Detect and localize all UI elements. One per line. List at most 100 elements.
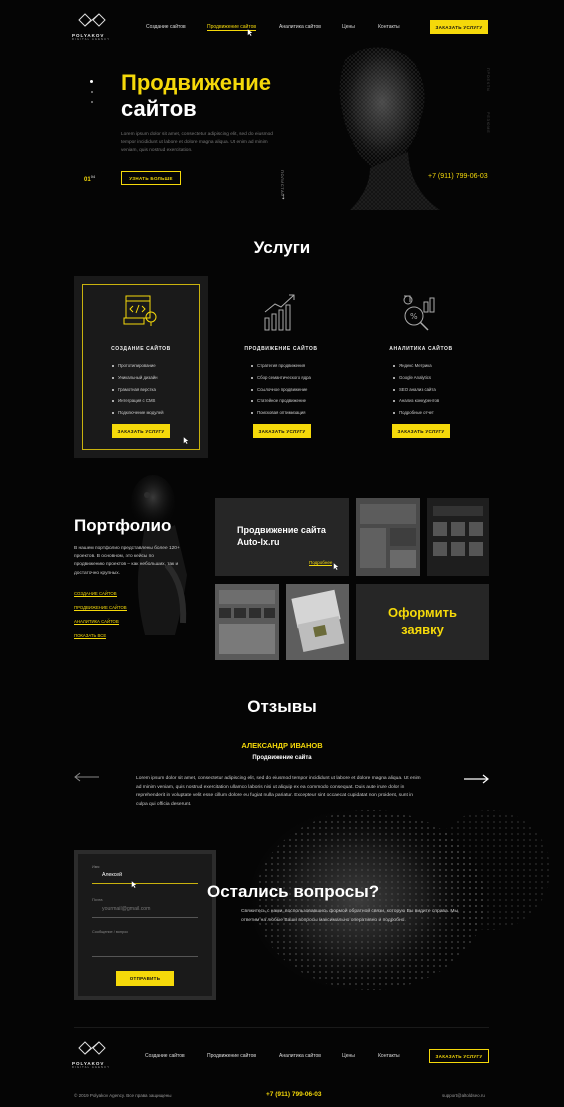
nav-item-creation[interactable]: Создание сайтов [146, 24, 186, 30]
list-item: Стратегия продвижения [251, 363, 311, 375]
growth-chart-icon [264, 294, 295, 331]
message-field-label: Сообщение / вопрос [92, 930, 129, 934]
review-author: АЛЕКСАНДР ИВАНОВ [241, 741, 323, 750]
list-item: Прототипирование [112, 363, 164, 375]
service-icon-growth [262, 292, 298, 332]
review-prev-arrow-icon[interactable] [74, 769, 100, 782]
footer-brand-tagline: DIGITAL AGENCY [72, 1066, 111, 1069]
featured-title-line2: Auto-lx.ru [237, 537, 280, 547]
analytics-icon: % [403, 295, 435, 331]
footer-phone[interactable]: +7 (911) 799-06-03 [266, 1091, 321, 1098]
list-item: SEO анализ сайта [393, 387, 439, 399]
footer-nav-item-creation[interactable]: Создание сайтов [145, 1053, 185, 1059]
nav-item-analytics[interactable]: Аналитика сайтов [279, 24, 321, 30]
portfolio-featured-tile[interactable]: Продвижение сайта Auto-lx.ru Подробнее [215, 498, 349, 576]
footer-logo[interactable]: POLYAKOV DIGITAL AGENCY [72, 1040, 112, 1069]
slide-total: 04 [90, 174, 96, 179]
learn-more-button[interactable]: УЗНАТЬ БОЛЬШЕ [121, 171, 181, 185]
side-label-projects[interactable]: ПРОЕКТЫ [486, 68, 490, 92]
list-item: Статейное продвижение [251, 398, 311, 410]
service-list-creation: Прототипирование Уникальный дизайн Грамо… [112, 363, 164, 422]
portfolio-order-tile[interactable]: Оформить заявку [356, 584, 489, 660]
slide-current: 01 [84, 177, 91, 183]
service-title-analytics: АНАЛИТИКА САЙТОВ [389, 346, 453, 352]
footer-order-button[interactable]: ЗАКАЗАТЬ УСЛУГУ [429, 1049, 489, 1063]
portfolio-thumb[interactable] [286, 584, 349, 660]
name-field-label: Имя [92, 865, 100, 869]
portfolio-link-creation[interactable]: СОЗДАНИЕ САЙТОВ [74, 591, 117, 597]
email-field[interactable]: yourmail@gmail.com [102, 906, 151, 912]
order-button-promotion[interactable]: ЗАКАЗАТЬ УСЛУГУ [253, 424, 311, 438]
list-item: Яндекс Метрика [393, 363, 439, 375]
order-cta-line2: заявку [401, 622, 444, 637]
name-field[interactable]: Алексей [102, 872, 122, 878]
submit-button[interactable]: ОТПРАВИТЬ [116, 971, 174, 986]
featured-title-line1: Продвижение сайта [237, 525, 326, 535]
scroll-down-arrow-icon[interactable]: ↓ [281, 192, 286, 201]
list-item: Сбор семантического ядра [251, 375, 311, 387]
list-item: Подробные отчет [393, 410, 439, 422]
list-item: Грамотная верстка [112, 387, 164, 399]
portfolio-heading: Портфолио [74, 516, 172, 535]
footer-copyright: © 2019 Polyakov Agency. Все права защище… [74, 1093, 172, 1098]
list-item: Google Analytics [393, 375, 439, 387]
slide-counter: 0104 [84, 174, 95, 183]
web-design-icon [123, 295, 157, 326]
footer-divider [74, 1027, 489, 1028]
header-order-button[interactable]: ЗАКАЗАТЬ УСЛУГУ [430, 20, 488, 34]
services-heading: Услуги [253, 238, 311, 257]
svg-text:%: % [410, 312, 418, 321]
review-service: Продвижение сайта [252, 755, 312, 761]
order-button-creation[interactable]: ЗАКАЗАТЬ УСЛУГУ [112, 424, 170, 438]
service-title-creation: СОЗДАНИЕ САЙТОВ [111, 346, 171, 352]
featured-more-link[interactable]: Подробнее [309, 560, 333, 566]
email-field-underline [92, 917, 198, 918]
order-button-analytics[interactable]: ЗАКАЗАТЬ УСЛУГУ [392, 424, 450, 438]
order-cta-text: Оформить заявку [356, 604, 489, 638]
hero-description: Lorem ipsum dolor sit amet, consectetur … [121, 132, 273, 153]
logo-mark-icon [78, 1041, 106, 1055]
reviews-heading: Отзывы [247, 697, 317, 716]
contact-text: Свяжитесь с нами, воспользовавшись формо… [241, 909, 459, 923]
brand-tagline: DIGITAL AGENCY [72, 38, 111, 41]
hero-head-image [290, 40, 480, 210]
footer-nav-item-promotion[interactable]: Продвижение сайтов [207, 1053, 256, 1059]
review-next-arrow-icon[interactable] [463, 771, 489, 784]
order-cta-line1: Оформить [388, 605, 457, 620]
footer-nav-item-analytics[interactable]: Аналитика сайтов [279, 1053, 321, 1059]
portfolio-thumb[interactable] [356, 498, 420, 576]
slide-dot[interactable] [90, 80, 93, 83]
logo-mark-icon [78, 13, 106, 27]
portfolio-link-promotion[interactable]: ПРОДВИЖЕНИЕ САЙТОВ [74, 605, 127, 611]
header-logo[interactable]: POLYAKOV DIGITAL AGENCY [72, 12, 112, 41]
hero-slide-dots [90, 80, 93, 103]
service-title-promotion: ПРОДВИЖЕНИЕ САЙТОВ [244, 346, 318, 352]
side-label-resume[interactable]: РЕЗЮМЕ [486, 112, 490, 134]
hero-phone[interactable]: +7 (911) 799-06-03 [428, 173, 488, 180]
hero-title-line1: Продвижение [121, 70, 272, 95]
portfolio-link-analytics[interactable]: АНАЛИТИКА САЙТОВ [74, 619, 119, 625]
footer-email[interactable]: support@altoldseo.ru [442, 1093, 485, 1098]
list-item: Подключение модулей [112, 410, 164, 422]
cursor-icon [333, 563, 339, 570]
hero-title-line2: сайтов [121, 96, 197, 121]
slide-dot[interactable] [90, 91, 93, 93]
list-item: Ссылочное продвижение [251, 387, 311, 399]
nav-item-prices[interactable]: Цены [342, 24, 355, 30]
service-list-analytics: Яндекс Метрика Google Analytics SEO анал… [393, 363, 439, 422]
slide-dot[interactable] [90, 101, 93, 103]
portfolio-thumb[interactable] [427, 498, 489, 576]
footer-nav-item-contacts[interactable]: Контакты [378, 1053, 400, 1059]
portfolio-link-all[interactable]: ПОКАЗАТЬ ВСЕ [74, 633, 107, 639]
nav-item-contacts[interactable]: Контакты [378, 24, 400, 30]
list-item: Уникальный дизайн [112, 375, 164, 387]
email-field-label: Почта [92, 898, 103, 902]
message-field[interactable] [92, 936, 198, 956]
list-item: Поисковая оптимизация [251, 410, 311, 422]
portfolio-thumb[interactable] [215, 584, 279, 660]
list-item: Анализ конкурентов [393, 398, 439, 410]
name-field-underline [92, 883, 198, 884]
list-item: Интеграция с CMS [112, 398, 164, 410]
message-field-underline [92, 956, 198, 957]
footer-nav-item-prices[interactable]: Цены [342, 1053, 355, 1059]
